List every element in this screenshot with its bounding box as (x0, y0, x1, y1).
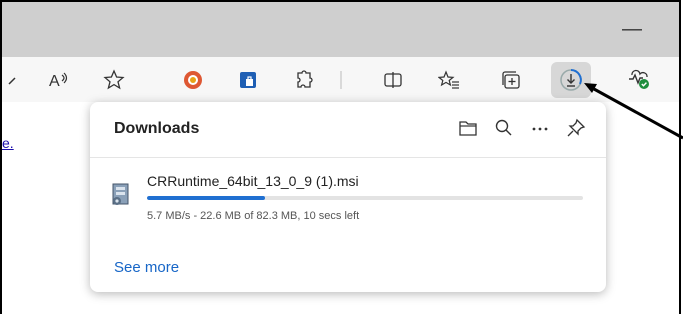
more-options-button[interactable] (526, 114, 554, 142)
page-link-fragment[interactable]: e. (2, 135, 14, 151)
extensions-icon[interactable] (289, 66, 317, 94)
download-progress-bar (147, 196, 583, 200)
svg-text:A: A (49, 73, 60, 90)
favorite-star-icon[interactable] (100, 66, 128, 94)
panel-divider (90, 157, 606, 158)
extension-shield-icon[interactable] (234, 66, 262, 94)
download-progress-fill (147, 196, 265, 200)
collections-icon[interactable] (497, 66, 525, 94)
download-file-name[interactable]: CRRuntime_64bit_13_0_9 (1).msi (147, 173, 359, 189)
toolbar-separator (327, 66, 355, 94)
minimize-button[interactable]: — (612, 14, 652, 44)
panel-actions (454, 114, 590, 142)
pin-button[interactable] (562, 114, 590, 142)
search-downloads-button[interactable] (490, 114, 518, 142)
downloads-button[interactable] (551, 62, 591, 98)
read-aloud-icon[interactable]: A (46, 66, 74, 94)
msi-file-icon (112, 183, 129, 205)
folder-icon (459, 121, 477, 136)
downloads-icon (560, 69, 582, 91)
search-icon (495, 119, 512, 136)
favorites-icon[interactable] (435, 66, 463, 94)
open-folder-button[interactable] (454, 114, 482, 142)
download-status: 5.7 MB/s - 22.6 MB of 82.3 MB, 10 secs l… (147, 210, 360, 222)
pin-icon (567, 118, 586, 137)
downloads-panel: Downloads CRRuntime_64bit_13_0_9 (1).msi… (90, 102, 606, 292)
more-icon (532, 127, 548, 131)
panel-title: Downloads (114, 120, 200, 137)
health-icon[interactable] (625, 66, 653, 94)
duckduckgo-icon[interactable] (179, 66, 207, 94)
title-bar: — (2, 2, 679, 57)
search-partial-icon[interactable] (0, 66, 28, 94)
see-more-link[interactable]: See more (114, 259, 179, 276)
split-screen-icon[interactable] (379, 66, 407, 94)
